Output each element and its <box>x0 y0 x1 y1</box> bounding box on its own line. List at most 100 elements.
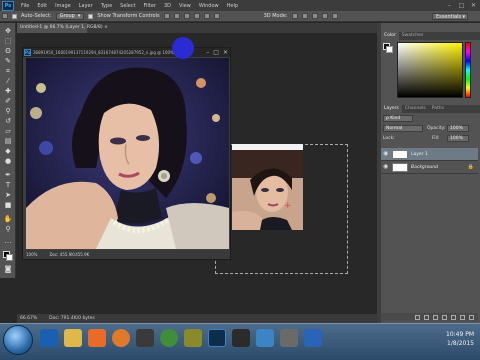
type-tool-icon[interactable]: T <box>3 181 13 190</box>
firefox-icon[interactable] <box>112 329 130 347</box>
3d-roll-icon[interactable] <box>301 13 308 19</box>
eraser-tool-icon[interactable]: ▱ <box>3 127 13 136</box>
app-icon[interactable] <box>280 329 298 347</box>
3d-drag-icon[interactable] <box>311 13 318 19</box>
align-right-icon[interactable] <box>213 13 220 19</box>
floating-window-title[interactable]: 36891950_1660199137119294_83167487420528… <box>23 48 230 57</box>
new-group-icon[interactable] <box>451 314 456 320</box>
blend-mode-dropdown[interactable]: Normal <box>383 125 423 132</box>
history-brush-tool-icon[interactable]: ↺ <box>3 117 13 126</box>
auto-select-checkbox[interactable] <box>12 13 17 19</box>
zoom-tool-icon[interactable]: ⚲ <box>3 225 13 234</box>
tab-swatches[interactable]: Swatches <box>399 32 427 40</box>
media-player-icon[interactable] <box>88 329 106 347</box>
minimize-button[interactable]: – <box>445 1 454 9</box>
opacity-input[interactable]: 100% <box>447 125 469 132</box>
close-button[interactable]: ✕ <box>223 49 228 56</box>
align-bottom-icon[interactable] <box>183 13 190 19</box>
layer-filter-kind[interactable]: ρ Kind <box>383 115 413 122</box>
menu-edit[interactable]: Edit <box>33 3 51 9</box>
maximize-button[interactable]: □ <box>457 1 466 9</box>
menu-layer[interactable]: Layer <box>75 3 97 9</box>
color-picker-field[interactable] <box>397 42 463 98</box>
marquee-tool-icon[interactable]: ⬚ <box>3 37 13 46</box>
new-layer-icon[interactable] <box>460 314 465 320</box>
layer-style-icon[interactable] <box>424 314 429 320</box>
close-button[interactable]: ✕ <box>469 1 478 9</box>
panel-background-swatch[interactable] <box>386 46 393 53</box>
auto-select-target-dropdown[interactable]: Group ▾ <box>55 12 85 20</box>
eye-icon[interactable]: ◉ <box>383 164 389 170</box>
app-icon[interactable] <box>184 329 202 347</box>
menu-window[interactable]: Window <box>195 3 223 9</box>
align-middle-icon[interactable] <box>173 13 180 19</box>
maximize-button[interactable]: □ <box>213 49 219 56</box>
app-icon[interactable] <box>136 329 154 347</box>
tab-channels[interactable]: Channels <box>402 105 429 113</box>
3d-scale-icon[interactable] <box>331 13 338 19</box>
svg-text:+: + <box>284 201 292 211</box>
quick-select-tool-icon[interactable]: ✎ <box>3 57 13 66</box>
show-transform-checkbox[interactable] <box>88 13 94 19</box>
workspace-switcher[interactable]: Essentials ▾ <box>432 13 468 20</box>
explorer-icon[interactable] <box>64 329 82 347</box>
chrome-icon[interactable] <box>160 329 178 347</box>
document-tab[interactable]: Untitled-1 @ 66.7% (Layer 1, RGB/8) × <box>17 23 108 33</box>
start-button[interactable] <box>3 325 33 355</box>
layer1-photo[interactable]: + <box>232 150 303 230</box>
zoom-value[interactable]: 66.67% <box>20 316 37 323</box>
menu-select[interactable]: Select <box>116 3 139 9</box>
link-layers-icon[interactable] <box>415 314 420 320</box>
3d-slide-icon[interactable] <box>321 13 328 19</box>
clone-stamp-tool-icon[interactable]: ⚲ <box>3 107 13 116</box>
app-icon[interactable] <box>256 329 274 347</box>
trash-icon[interactable] <box>469 314 474 320</box>
more-tools-icon[interactable]: … <box>3 237 13 246</box>
eyedropper-tool-icon[interactable]: ⁄ <box>3 77 13 86</box>
background-color-swatch[interactable] <box>6 254 13 261</box>
ie-icon[interactable] <box>40 329 58 347</box>
app-icon[interactable] <box>232 329 250 347</box>
menu-3d[interactable]: 3D <box>160 3 175 9</box>
minimize-button[interactable]: – <box>206 49 209 56</box>
shape-tool-icon[interactable]: ■ <box>3 201 13 210</box>
blur-tool-icon[interactable]: ◆ <box>3 147 13 156</box>
crop-tool-icon[interactable]: ⌗ <box>3 67 13 76</box>
move-tool-icon[interactable]: ✥ <box>3 27 13 36</box>
floating-zoom-value[interactable]: 100% <box>26 252 37 259</box>
quick-mask-icon[interactable]: ◙ <box>3 265 13 274</box>
healing-brush-tool-icon[interactable]: ✚ <box>3 87 13 96</box>
align-left-icon[interactable] <box>193 13 200 19</box>
hue-slider[interactable] <box>465 42 471 98</box>
gradient-tool-icon[interactable]: ▤ <box>3 137 13 146</box>
adjustment-layer-icon[interactable] <box>442 314 447 320</box>
menu-image[interactable]: Image <box>51 3 75 9</box>
move-tool-icon[interactable] <box>2 13 8 19</box>
align-center-icon[interactable] <box>203 13 210 19</box>
photoshop-taskbar-icon[interactable] <box>208 329 226 347</box>
menu-type[interactable]: Type <box>97 3 116 9</box>
path-selection-tool-icon[interactable]: ➤ <box>3 191 13 200</box>
menu-help[interactable]: Help <box>223 3 242 9</box>
layer-row-layer1[interactable]: ◉ Layer 1 <box>381 148 478 161</box>
add-mask-icon[interactable] <box>433 314 438 320</box>
dodge-tool-icon[interactable]: ● <box>3 157 13 166</box>
lasso-tool-icon[interactable]: ʘ <box>3 47 13 56</box>
menu-filter[interactable]: Filter <box>140 3 160 9</box>
menu-view[interactable]: View <box>175 3 195 9</box>
app-icon[interactable] <box>304 329 322 347</box>
system-tray-clock[interactable]: 10:49 PM 1/8/2015 <box>446 330 474 348</box>
layer-row-background[interactable]: ◉ Background 🔒 <box>381 161 478 174</box>
floating-document-window[interactable]: 36891950_1660199137119294_83167487420528… <box>22 47 231 260</box>
brush-tool-icon[interactable]: ✐ <box>3 97 13 106</box>
tab-paths[interactable]: Paths <box>429 105 447 113</box>
tab-color[interactable]: Color <box>381 32 399 40</box>
fill-input[interactable]: 100% <box>447 135 469 142</box>
align-top-icon[interactable] <box>163 13 170 19</box>
3d-rotate-icon[interactable] <box>291 13 298 19</box>
pen-tool-icon[interactable]: ✒ <box>3 171 13 180</box>
eye-icon[interactable]: ◉ <box>383 151 389 157</box>
menu-file[interactable]: File <box>17 3 33 9</box>
tab-layers[interactable]: Layers <box>381 105 402 113</box>
hand-tool-icon[interactable]: ✋ <box>3 215 13 224</box>
